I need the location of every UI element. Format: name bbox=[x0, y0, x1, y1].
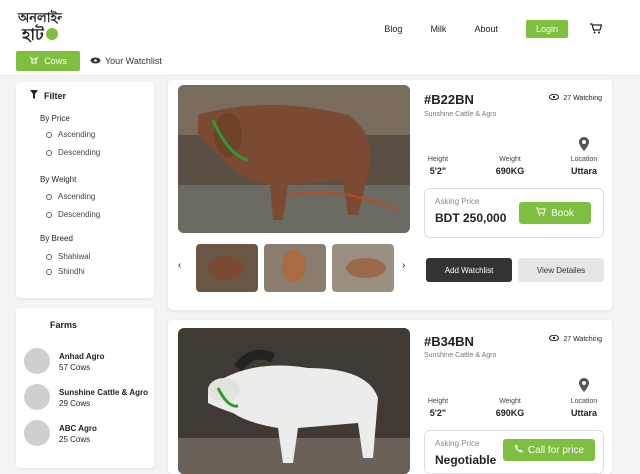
weight-label: Weight bbox=[499, 156, 521, 163]
weight-value: 690KG bbox=[495, 166, 525, 176]
cow-icon bbox=[29, 56, 39, 67]
radio-icon[interactable] bbox=[46, 253, 52, 260]
radio-icon[interactable] bbox=[46, 149, 52, 156]
site-logo[interactable]: অনলাইন হাট bbox=[16, 6, 66, 44]
top-bar: অনলাইন হাট Blog Milk About Login bbox=[0, 0, 640, 48]
thumbnail[interactable] bbox=[264, 244, 326, 292]
listing-card: #B34BN Sunshine Cattle & Agro 27 Watchin… bbox=[168, 320, 612, 474]
cow-photo[interactable] bbox=[178, 328, 410, 474]
svg-text:অনলাইন: অনলাইন bbox=[17, 9, 62, 26]
asking-price-value: BDT 250,000 bbox=[435, 211, 507, 225]
eye-icon bbox=[90, 56, 101, 66]
asking-price-value: Negotiable bbox=[435, 453, 497, 467]
call-for-price-button[interactable]: Call for price bbox=[503, 439, 595, 461]
radio-icon[interactable] bbox=[46, 193, 52, 200]
cart-icon bbox=[536, 207, 546, 219]
chevron-right-icon[interactable]: › bbox=[402, 260, 405, 271]
view-details-button[interactable]: View Detailes bbox=[518, 258, 604, 282]
farm-name: ABC Agro bbox=[59, 424, 97, 433]
watchlist-label: Your Watchlist bbox=[105, 56, 162, 66]
price-ascending-option[interactable]: Ascending bbox=[46, 130, 95, 139]
farms-title: Farms bbox=[50, 320, 78, 330]
farm-avatar bbox=[24, 384, 50, 410]
filter-group-breed: By Breed bbox=[40, 234, 73, 243]
main-nav: Blog Milk About Login bbox=[356, 20, 603, 38]
add-watchlist-button[interactable]: Add Watchlist bbox=[426, 258, 512, 282]
phone-icon bbox=[514, 444, 523, 456]
thumbnail-strip: ‹ › bbox=[178, 244, 410, 294]
filter-group-price: By Price bbox=[40, 114, 70, 123]
farm-avatar bbox=[24, 420, 50, 446]
watchlist-link[interactable]: Your Watchlist bbox=[90, 56, 162, 66]
eye-icon bbox=[549, 334, 560, 343]
farm-name: Sunshine Cattle & Agro bbox=[59, 388, 149, 397]
height-label: Height bbox=[427, 398, 449, 405]
height-value: 5'2" bbox=[429, 408, 447, 418]
location-label: Location bbox=[570, 156, 598, 163]
farm-cow-count: 25 Cows bbox=[59, 435, 91, 444]
listing-id: #B22BN bbox=[424, 92, 474, 107]
height-value: 5'2" bbox=[429, 166, 447, 176]
filter-title: Filter bbox=[30, 90, 66, 101]
breed-shindhi-option[interactable]: Shindhi bbox=[46, 267, 85, 276]
farm-cow-count: 57 Cows bbox=[59, 363, 91, 372]
height-label: Height bbox=[427, 156, 449, 163]
radio-icon[interactable] bbox=[46, 131, 52, 138]
asking-price-label: Asking Price bbox=[435, 439, 480, 448]
cart-icon[interactable] bbox=[590, 22, 603, 36]
weight-descending-option[interactable]: Descending bbox=[46, 210, 100, 219]
breed-shahiwal-option[interactable]: Shahiwal bbox=[46, 252, 90, 261]
watching-count: 27 Watching bbox=[549, 93, 602, 102]
svg-text:হাট: হাট bbox=[21, 24, 45, 44]
farm-cow-count: 29 Cows bbox=[59, 399, 91, 408]
location-pin-icon bbox=[579, 378, 589, 392]
listing-card: ‹ › #B22BN Sunshine Cattle & Agro 27 Wat… bbox=[168, 80, 612, 310]
cows-label: Cows bbox=[44, 56, 67, 66]
listing-id: #B34BN bbox=[424, 334, 474, 349]
radio-icon[interactable] bbox=[46, 268, 52, 275]
location-pin-icon bbox=[579, 137, 589, 151]
asking-price-label: Asking Price bbox=[435, 197, 480, 206]
sub-nav: Cows Your Watchlist bbox=[0, 48, 640, 76]
nav-milk[interactable]: Milk bbox=[430, 24, 446, 34]
filter-group-weight: By Weight bbox=[40, 175, 77, 184]
location-value: Uttara bbox=[570, 408, 597, 418]
nav-about[interactable]: About bbox=[474, 24, 498, 34]
farm-name: Anhad Agro bbox=[59, 352, 105, 361]
price-box: Asking Price Negotiable Call for price bbox=[424, 430, 604, 474]
filter-panel: Filter By Price Ascending Descending By … bbox=[16, 82, 154, 298]
farms-panel: Farms Anhad Agro 57 Cows Sunshine Cattle… bbox=[16, 308, 154, 468]
book-button[interactable]: Book bbox=[519, 202, 591, 224]
thumbnail[interactable] bbox=[196, 244, 258, 292]
filter-icon bbox=[30, 90, 38, 101]
farm-avatar bbox=[24, 348, 50, 374]
location-label: Location bbox=[570, 398, 598, 405]
listing-farm: Sunshine Cattle & Agro bbox=[424, 111, 497, 118]
watching-count: 27 Watching bbox=[549, 334, 602, 343]
listing-farm: Sunshine Cattle & Agro bbox=[424, 352, 497, 359]
weight-value: 690KG bbox=[495, 408, 525, 418]
cow-photo[interactable] bbox=[178, 85, 410, 233]
location-value: Uttara bbox=[570, 166, 597, 176]
weight-ascending-option[interactable]: Ascending bbox=[46, 192, 95, 201]
price-box: Asking Price BDT 250,000 Book bbox=[424, 188, 604, 238]
radio-icon[interactable] bbox=[46, 211, 52, 218]
cows-button[interactable]: Cows bbox=[16, 51, 80, 71]
weight-label: Weight bbox=[499, 398, 521, 405]
nav-blog[interactable]: Blog bbox=[384, 24, 402, 34]
chevron-left-icon[interactable]: ‹ bbox=[178, 260, 181, 271]
eye-icon bbox=[549, 93, 560, 102]
thumbnail[interactable] bbox=[332, 244, 394, 292]
price-descending-option[interactable]: Descending bbox=[46, 148, 100, 157]
login-button[interactable]: Login bbox=[525, 20, 568, 38]
